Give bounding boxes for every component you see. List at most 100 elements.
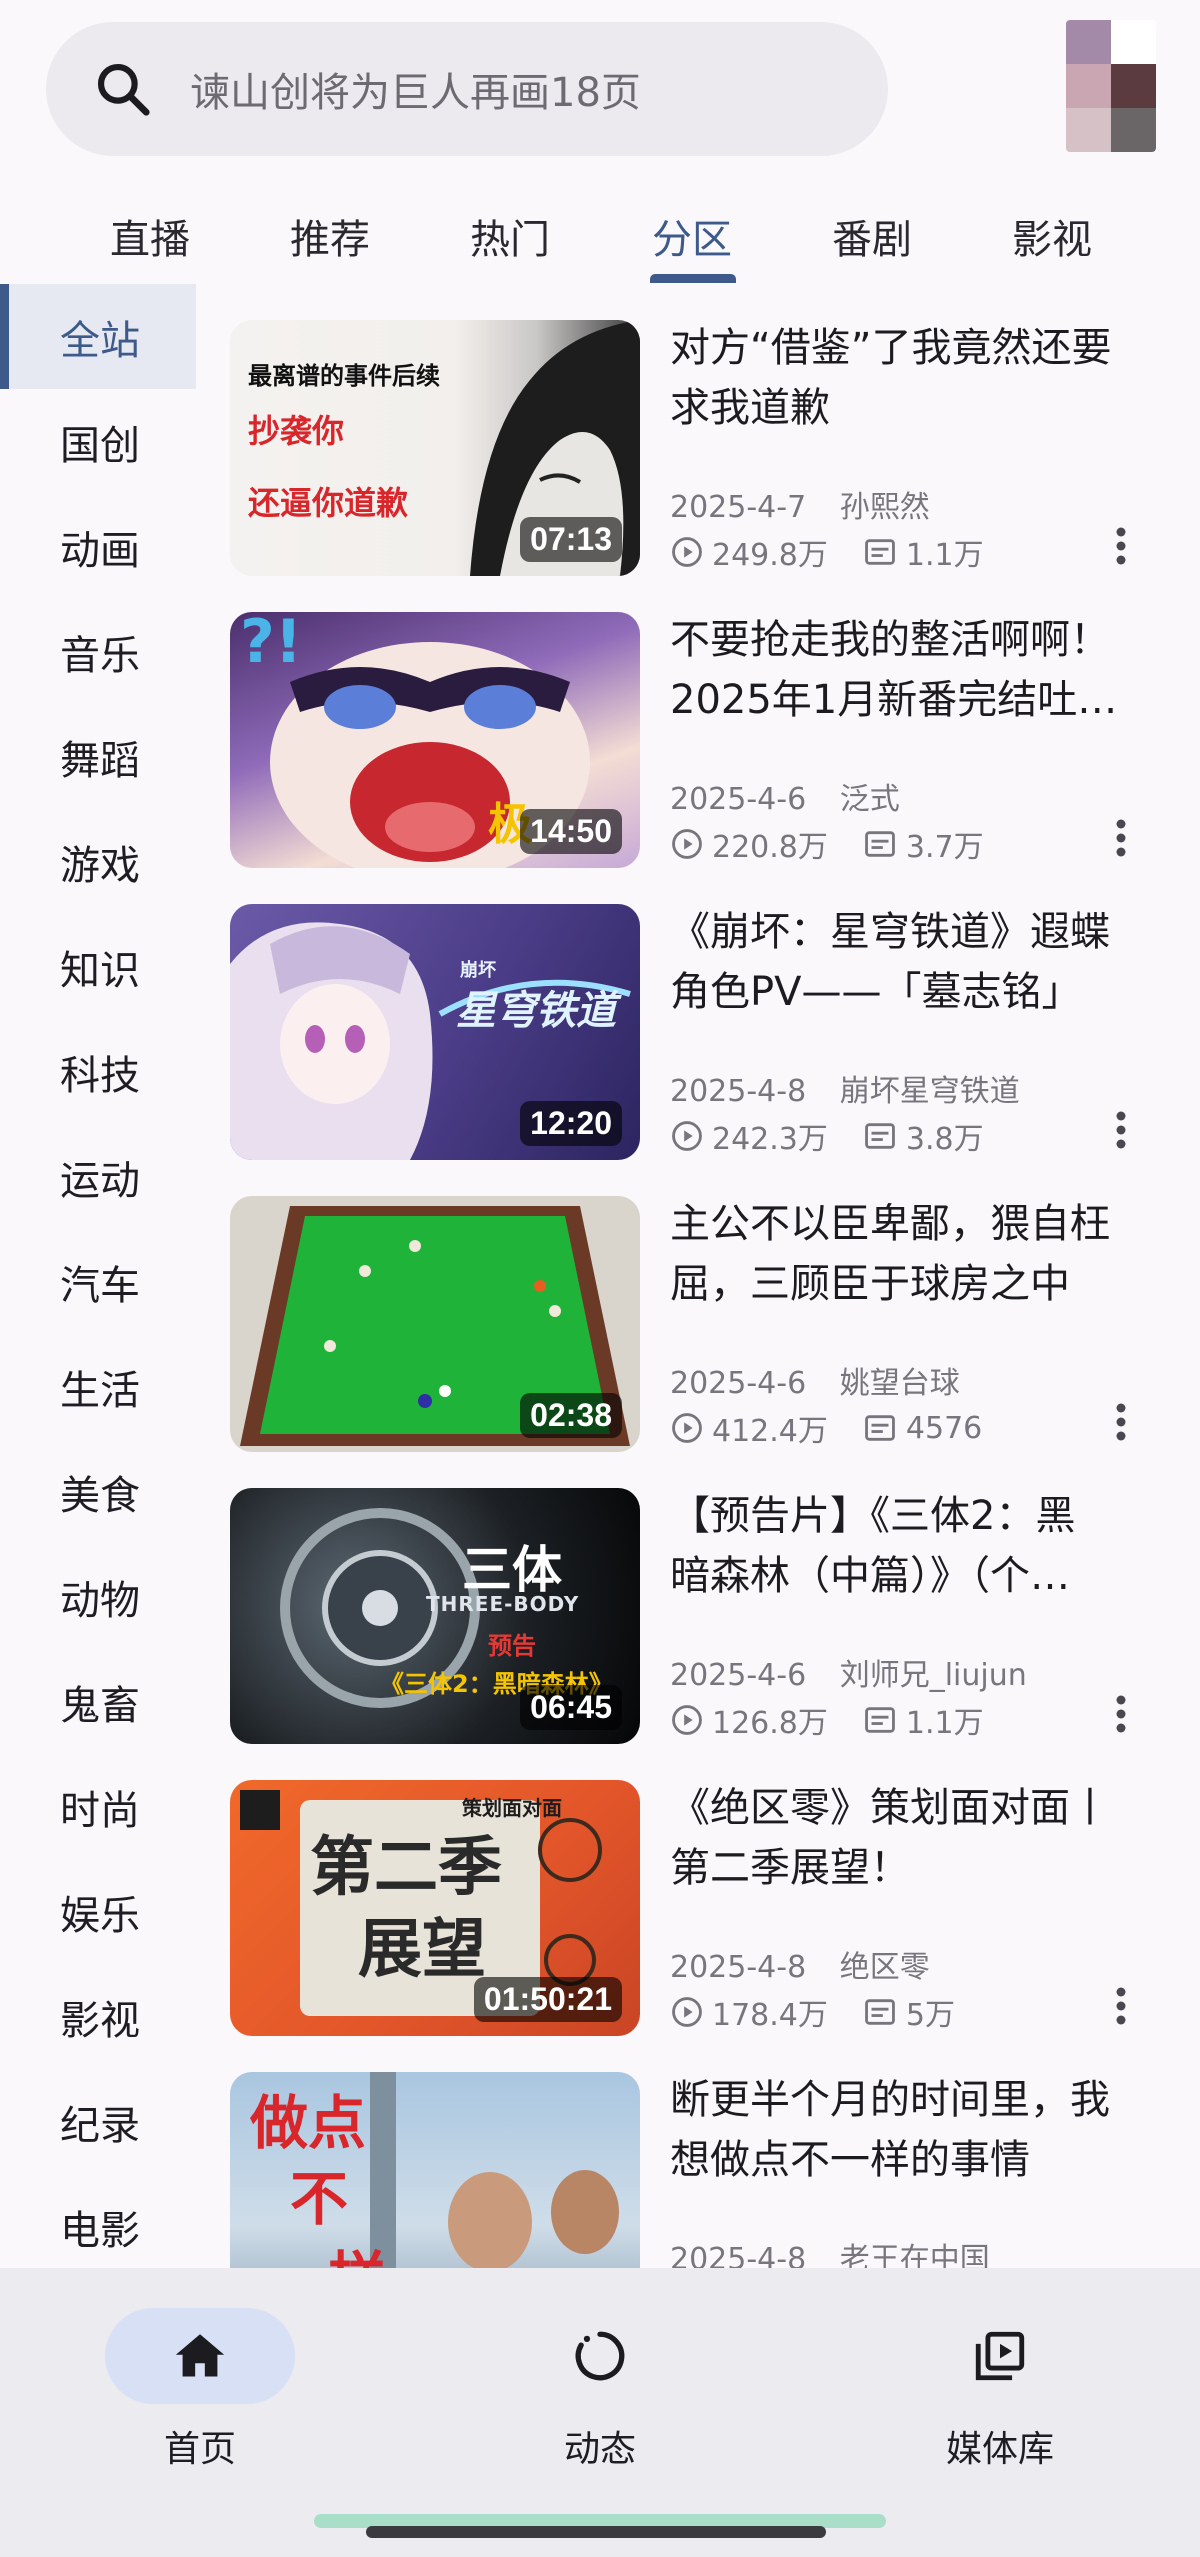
video-meta: 2025-4-8 绝区零 (670, 1942, 930, 1986)
danmaku-count: 1.1万 (905, 538, 984, 573)
sidebar-item-fashion[interactable]: 时尚 (0, 1754, 196, 1859)
danmaku-count: 3.8万 (905, 1122, 984, 1157)
video-duration: 02:38 (520, 1393, 622, 1438)
danmaku-count: 3.7万 (905, 830, 984, 865)
tab-live[interactable]: 直播 (90, 186, 210, 286)
danmaku-icon (865, 831, 895, 857)
search-icon (97, 63, 150, 116)
sidebar-item-dance[interactable]: 舞蹈 (0, 704, 196, 809)
thumbnail-text: 做点 (250, 2089, 367, 2157)
search-bar[interactable]: 谏山创将为巨人再画18页 (46, 22, 888, 156)
nav-media-library[interactable]: 媒体库 (900, 2308, 1100, 2472)
play-count-icon (672, 1121, 702, 1151)
video-card[interactable]: 策划面对面 第二季 展望 01:50:21 《绝区零》策划面对面丨 第二季展望！… (230, 1778, 1180, 2038)
sidebar-item-car[interactable]: 汽车 (0, 1229, 196, 1334)
more-options-button[interactable] (1106, 524, 1136, 568)
sidebar-item-tech[interactable]: 科技 (0, 1019, 196, 1124)
video-title[interactable]: 断更半个月的时间里，我 想做点不一样的事情 (670, 2070, 1200, 2190)
video-title[interactable]: 【预告片】《三体2：黑 暗森林（中篇）》（个… (670, 1486, 1200, 1606)
video-stats: 178.4万 5万 (670, 1990, 955, 2034)
view-count: 249.8万 (712, 538, 828, 573)
video-duration: 07:13 (520, 517, 622, 562)
sidebar-item-documentary[interactable]: 纪录 (0, 2069, 196, 2174)
view-count: 412.4万 (712, 1414, 828, 1449)
more-vert-icon (1116, 1695, 1126, 1733)
tab-hot[interactable]: 热门 (450, 186, 570, 286)
more-options-button[interactable] (1106, 816, 1136, 860)
video-author[interactable]: 孙熙然 (840, 490, 930, 525)
search-input[interactable]: 谏山创将为巨人再画18页 (190, 60, 641, 118)
video-date: 2025-4-8 (670, 1074, 807, 1109)
play-count-icon (672, 1997, 702, 2027)
video-title[interactable]: 《绝区零》策划面对面丨 第二季展望！ (670, 1778, 1200, 1898)
avatar[interactable] (1066, 20, 1156, 152)
sidebar-item-animal[interactable]: 动物 (0, 1544, 196, 1649)
sidebar-item-music[interactable]: 音乐 (0, 599, 196, 704)
play-count-icon (672, 537, 702, 567)
video-author[interactable]: 姚望台球 (840, 1366, 960, 1401)
view-count: 126.8万 (712, 1706, 828, 1741)
gesture-bar[interactable] (366, 2526, 826, 2538)
more-vert-icon (1116, 527, 1126, 565)
video-title[interactable]: 不要抢走我的整活啊啊！ 2025年1月新番完结吐… (670, 610, 1200, 730)
video-title[interactable]: 对方“借鉴”了我竟然还要 求我道歉 (670, 318, 1200, 438)
sidebar-item-entertainment[interactable]: 娱乐 (0, 1859, 196, 1964)
more-options-button[interactable] (1106, 1108, 1136, 1152)
thumbnail-text: 第二季 (310, 1831, 502, 1905)
video-author[interactable]: 绝区零 (840, 1950, 930, 1985)
sidebar-item-guochuang[interactable]: 国创 (0, 389, 196, 494)
video-duration: 06:45 (520, 1685, 622, 1730)
nav-activity[interactable]: 动态 (500, 2308, 700, 2472)
video-author[interactable]: 刘师兄_liujun (840, 1658, 1027, 1693)
danmaku-icon (865, 1707, 895, 1733)
tab-film[interactable]: 影视 (992, 186, 1112, 286)
sidebar-item-game[interactable]: 游戏 (0, 809, 196, 914)
video-thumbnail[interactable]: 崩坏 星穹铁道 12:20 (230, 904, 640, 1160)
sidebar-item-all[interactable]: 全站 (0, 284, 196, 389)
video-card[interactable]: 最离谱的事件后续 抄袭你 还逼你道歉 07:13 对方“借鉴”了我竟然还要 求我… (230, 318, 1180, 578)
sidebar-item-kichiku[interactable]: 鬼畜 (0, 1649, 196, 1754)
sidebar-item-sports[interactable]: 运动 (0, 1124, 196, 1229)
sidebar-item-film[interactable]: 影视 (0, 1964, 196, 2069)
activity-icon (575, 2331, 625, 2381)
more-vert-icon (1116, 819, 1126, 857)
video-duration: 14:50 (520, 809, 622, 854)
video-card[interactable]: 三体 THREE-BODY 预告 《三体2：黑暗森林》 06:45 【预告片】《… (230, 1486, 1180, 1746)
nav-activity-pill (505, 2308, 695, 2404)
video-thumbnail[interactable]: 三体 THREE-BODY 预告 《三体2：黑暗森林》 06:45 (230, 1488, 640, 1744)
video-author[interactable]: 泛式 (840, 782, 900, 817)
video-card[interactable]: 崩坏 星穹铁道 12:20 《崩坏：星穹铁道》遐蝶 角色PV——「墓志铭」 20… (230, 902, 1180, 1162)
video-title[interactable]: 主公不以臣卑鄙，猥自枉 屈，三顾臣于球房之中 (670, 1194, 1200, 1314)
more-options-button[interactable] (1106, 1984, 1136, 2028)
video-duration: 12:20 (520, 1101, 622, 1146)
tab-category[interactable]: 分区 (632, 186, 752, 286)
video-thumbnail[interactable]: 策划面对面 第二季 展望 01:50:21 (230, 1780, 640, 2036)
video-title[interactable]: 《崩坏：星穹铁道》遐蝶 角色PV——「墓志铭」 (670, 902, 1200, 1022)
video-meta: 2025-4-8 崩坏星穹铁道 (670, 1066, 1020, 1110)
tab-recommend[interactable]: 推荐 (270, 186, 390, 286)
more-vert-icon (1116, 1111, 1126, 1149)
video-date: 2025-4-7 (670, 490, 807, 525)
danmaku-count: 1.1万 (905, 1706, 984, 1741)
video-author[interactable]: 崩坏星穹铁道 (840, 1074, 1020, 1109)
category-sidebar: 全站 国创 动画 音乐 舞蹈 游戏 知识 科技 运动 汽车 生活 美食 动物 鬼… (0, 284, 200, 2284)
nav-home[interactable]: 首页 (100, 2308, 300, 2472)
video-thumbnail[interactable]: 最离谱的事件后续 抄袭你 还逼你道歉 07:13 (230, 320, 640, 576)
video-card[interactable]: 02:38 主公不以臣卑鄙，猥自枉 屈，三顾臣于球房之中 2025-4-6 姚望… (230, 1194, 1180, 1454)
thumbnail-text: 预告 (488, 1632, 536, 1660)
thumbnail-text: 还逼你道歉 (248, 484, 409, 522)
video-card[interactable]: ?! 极 14:50 不要抢走我的整活啊啊！ 2025年1月新番完结吐… 202… (230, 610, 1180, 870)
sidebar-item-animation[interactable]: 动画 (0, 494, 196, 599)
tab-bangumi[interactable]: 番剧 (812, 186, 932, 286)
video-thumbnail[interactable]: 02:38 (230, 1196, 640, 1452)
sidebar-item-movie[interactable]: 电影 (0, 2174, 196, 2279)
sidebar-item-food[interactable]: 美食 (0, 1439, 196, 1544)
more-options-button[interactable] (1106, 1400, 1136, 1444)
sidebar-item-knowledge[interactable]: 知识 (0, 914, 196, 1019)
more-options-button[interactable] (1106, 1692, 1136, 1736)
video-thumbnail[interactable]: ?! 极 14:50 (230, 612, 640, 868)
svg-text:?!: ?! (240, 612, 302, 677)
video-duration: 01:50:21 (473, 1977, 622, 2022)
video-stats: 412.4万 4576 (670, 1406, 982, 1450)
sidebar-item-life[interactable]: 生活 (0, 1334, 196, 1439)
